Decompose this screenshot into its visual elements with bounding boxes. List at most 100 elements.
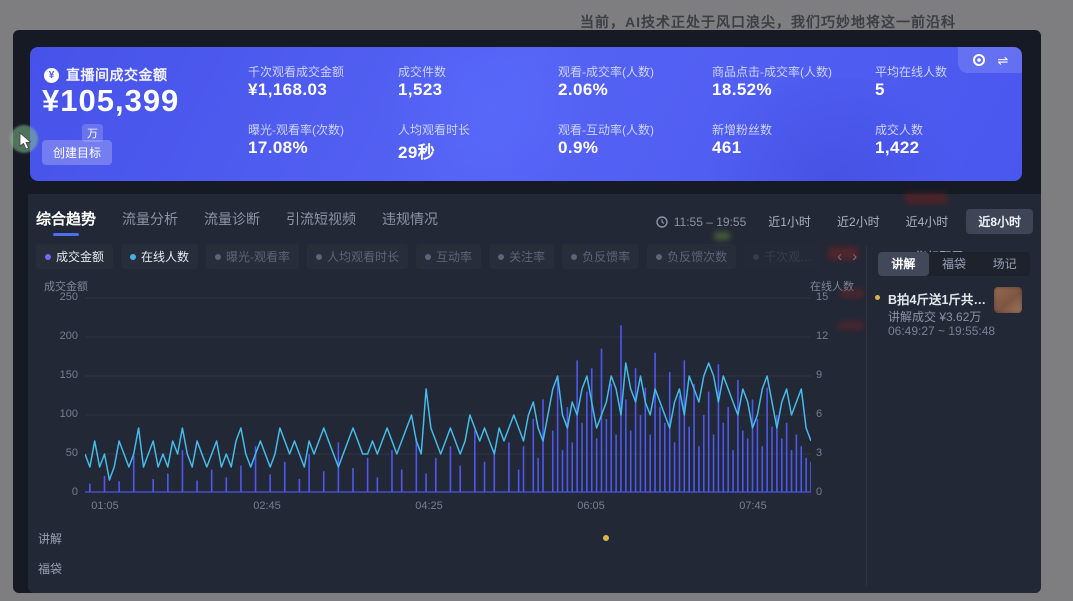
x-axis-tick: 04:25	[415, 500, 443, 512]
time-range-option[interactable]: 近1小时	[760, 209, 819, 234]
legend-chip-在线人数[interactable]: 在线人数	[121, 244, 198, 269]
kpi-stat-label: 新增粉丝数	[712, 121, 772, 138]
redaction-smudge	[838, 321, 864, 330]
settings-icon[interactable]	[972, 53, 986, 67]
marker-row-explain-label: 讲解	[38, 530, 62, 547]
side-panel-tab-bar: 讲解福袋场记	[878, 252, 1030, 276]
legend-chip-负反馈率[interactable]: 负反馈率	[562, 244, 639, 269]
right-axis-tick: 15	[816, 291, 828, 303]
legend-dot	[316, 254, 322, 260]
side-item-subtitle: 讲解成交 ¥3.62万	[888, 308, 981, 325]
right-axis-tick: 9	[816, 369, 822, 381]
legend-dot	[656, 254, 662, 260]
legend-chip-label: 负反馈次数	[667, 248, 727, 265]
side-tab-讲解[interactable]: 讲解	[878, 252, 929, 276]
kpi-stat-label: 成交件数	[398, 63, 446, 80]
redaction-smudge	[840, 289, 864, 298]
explain-marker-dot[interactable]	[603, 535, 609, 541]
left-axis-tick: 0	[46, 486, 78, 498]
side-tab-场记[interactable]: 场记	[979, 252, 1030, 276]
kpi-stat-value: 0.9%	[558, 138, 598, 158]
right-axis-tick: 3	[816, 447, 822, 459]
redaction-smudge	[828, 247, 858, 260]
swap-icon[interactable]: ⇌	[998, 54, 1009, 67]
trend-chart[interactable]	[85, 295, 811, 493]
kpi-stat-value: 18.52%	[712, 80, 772, 100]
create-goal-button[interactable]: 创建目标	[42, 140, 112, 165]
side-item-title[interactable]: B拍4斤送1斤共35-4...	[888, 289, 990, 308]
side-item-bullet	[875, 295, 880, 300]
time-range-bar: 11:55 – 19:55 近1小时近2小时近4小时近8小时	[656, 209, 1033, 234]
legend-chip-label: 人均观看时长	[327, 248, 399, 265]
kpi-stat-label: 千次观看成交金额	[248, 63, 344, 80]
kpi-stat-value: 1,523	[398, 80, 443, 100]
x-axis-tick: 07:45	[739, 500, 767, 512]
legend-dot	[130, 254, 136, 260]
video-subtitle-caption: 当前，AI技术正处于风口浪尖，我们巧妙地将这一前沿科	[580, 12, 956, 32]
time-range-option[interactable]: 近8小时	[966, 209, 1033, 234]
nav-tab-流量分析[interactable]: 流量分析	[122, 209, 178, 229]
legend-chip-关注率[interactable]: 关注率	[489, 244, 554, 269]
legend-dot	[571, 254, 577, 260]
legend-chip-人均观看时长[interactable]: 人均观看时长	[307, 244, 408, 269]
side-panel-divider	[866, 246, 867, 586]
legend-chip-label: 成交金额	[56, 248, 104, 265]
kpi-stat-value: ¥1,168.03	[248, 80, 327, 100]
kpi-hero-panel: ¥ 直播间成交金额 ¥105,399 万 创建目标 千次观看成交金额¥1,168…	[30, 47, 1022, 181]
right-axis-tick: 12	[816, 330, 828, 342]
legend-chip-label: 互动率	[436, 248, 472, 265]
trend-section: 综合趋势 流量分析 流量诊断 引流短视频 违规情况 11:55 – 19:55 近1小时…	[28, 194, 1041, 593]
kpi-stat-value: 1,422	[875, 138, 920, 158]
legend-chip-千次观…[interactable]: 千次观…	[744, 244, 821, 269]
legend-chip-成交金额[interactable]: 成交金额	[36, 244, 113, 269]
legend-chip-曝光-观看率[interactable]: 曝光-观看率	[206, 244, 299, 269]
hero-metric-header: ¥ 直播间成交金额	[44, 65, 168, 85]
kpi-stat-value: 2.06%	[558, 80, 608, 100]
x-axis-tick: 06:05	[577, 500, 605, 512]
left-axis-tick: 200	[46, 330, 78, 342]
legend-chip-互动率[interactable]: 互动率	[416, 244, 481, 269]
section-tab-bar: 综合趋势 流量分析 流量诊断 引流短视频 违规情况	[36, 208, 438, 229]
legend-chip-label: 负反馈率	[582, 248, 630, 265]
time-range-option[interactable]: 近2小时	[829, 209, 888, 234]
left-axis-tick: 50	[46, 447, 78, 459]
legend-chip-label: 千次观…	[764, 248, 812, 265]
kpi-stat-value: 5	[875, 80, 885, 100]
side-item-time: 06:49:27 ~ 19:55:48	[888, 324, 995, 338]
kpi-stat-value: 461	[712, 138, 742, 158]
x-axis-tick: 01:05	[91, 500, 119, 512]
x-axis-tick: 02:45	[253, 500, 281, 512]
legend-dot	[425, 254, 431, 260]
product-thumbnail[interactable]	[994, 287, 1022, 313]
kpi-stat-label: 曝光-观看率(次数)	[248, 121, 344, 138]
kpi-stat-value: 17.08%	[248, 138, 308, 158]
side-tab-福袋[interactable]: 福袋	[929, 252, 980, 276]
kpi-stat-label: 观看-成交率(人数)	[558, 63, 654, 80]
left-axis-tick: 150	[46, 369, 78, 381]
kpi-stat-value: 29秒	[398, 138, 435, 163]
nav-tab-综合趋势[interactable]: 综合趋势	[36, 208, 96, 229]
legend-chip-label: 在线人数	[141, 248, 189, 265]
legend-dot	[753, 254, 759, 260]
hero-metric-value: ¥105,399	[42, 83, 179, 119]
kpi-stat-label: 平均在线人数	[875, 63, 947, 80]
nav-tab-引流短视频[interactable]: 引流短视频	[286, 209, 356, 229]
legend-chip-label: 关注率	[509, 248, 545, 265]
clock-icon	[656, 216, 668, 228]
marker-row-luckybag-label: 福袋	[38, 560, 62, 577]
right-axis-tick: 6	[816, 408, 822, 420]
nav-tab-流量诊断[interactable]: 流量诊断	[204, 209, 260, 229]
kpi-stat-label: 观看-互动率(人数)	[558, 121, 654, 138]
redaction-smudge	[905, 193, 947, 204]
mouse-cursor	[19, 132, 33, 150]
legend-chip-负反馈次数[interactable]: 负反馈次数	[647, 244, 736, 269]
nav-tab-违规情况[interactable]: 违规情况	[382, 209, 438, 229]
green-smudge	[714, 232, 730, 240]
legend-dot	[215, 254, 221, 260]
time-range-option[interactable]: 近4小时	[898, 209, 957, 234]
dashboard-window: ¥ 直播间成交金额 ¥105,399 万 创建目标 千次观看成交金额¥1,168…	[13, 30, 1041, 593]
time-range-display: 11:55 – 19:55	[656, 215, 747, 229]
legend-dot	[498, 254, 504, 260]
hero-metric-label: 直播间成交金额	[66, 65, 168, 85]
legend-chip-label: 曝光-观看率	[226, 248, 290, 265]
